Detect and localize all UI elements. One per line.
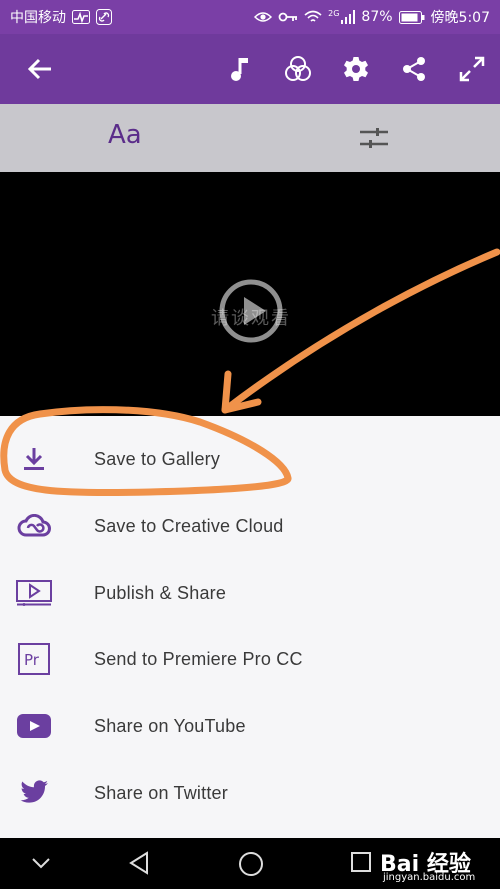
video-preview[interactable]: 请谈观看 xyxy=(0,172,500,416)
circle-home-icon xyxy=(239,852,263,876)
app-bar xyxy=(0,34,500,104)
activity-icon xyxy=(72,10,90,24)
menu-item-share-youtube[interactable]: Share on YouTube xyxy=(0,693,500,759)
music-button[interactable] xyxy=(226,55,254,83)
clock: 傍晚5:07 xyxy=(430,10,490,26)
menu-item-label: Send to Premiere Pro CC xyxy=(94,648,303,669)
nav-home-button[interactable] xyxy=(238,851,264,881)
key-icon xyxy=(278,11,298,23)
menu-item-save-to-gallery[interactable]: Save to Gallery xyxy=(0,426,500,492)
menu-item-label: Save to Gallery xyxy=(94,448,221,469)
download-icon xyxy=(15,440,53,478)
text-tool-button[interactable]: Aa xyxy=(108,120,142,150)
music-note-icon xyxy=(231,58,248,81)
creative-cloud-icon xyxy=(15,507,53,545)
network-type: 2G xyxy=(328,8,340,18)
triangle-back-icon xyxy=(129,851,148,875)
square-recents-icon xyxy=(351,852,371,872)
status-bar: 中国移动 2G 87% 傍晚5:07 xyxy=(0,0,500,34)
expand-icon xyxy=(459,56,485,82)
battery-percent: 87% xyxy=(361,9,393,25)
share-icon xyxy=(403,57,425,81)
nav-hide-button[interactable] xyxy=(30,855,52,874)
svg-text:Pr: Pr xyxy=(24,651,40,669)
sliders-icon xyxy=(360,128,388,148)
chevron-down-icon xyxy=(32,858,50,869)
publish-video-icon xyxy=(15,574,53,612)
settings-button[interactable] xyxy=(342,55,370,83)
nav-back-button[interactable] xyxy=(128,851,150,879)
gear-icon xyxy=(344,57,368,81)
eye-icon xyxy=(254,10,273,24)
video-watermark: 请谈观看 xyxy=(211,308,291,329)
color-circles-icon xyxy=(285,56,311,81)
menu-item-send-to-premiere[interactable]: Pr Send to Premiere Pro CC xyxy=(0,626,500,692)
premiere-pro-icon: Pr xyxy=(15,640,53,678)
menu-item-publish-and-share[interactable]: Publish & Share xyxy=(0,560,500,626)
fullscreen-button[interactable] xyxy=(458,55,486,83)
export-menu: Save to Gallery Save to Creative Cloud P… xyxy=(0,416,500,838)
baidu-domain: jingyan.baidu.com xyxy=(383,872,476,883)
share-button[interactable] xyxy=(400,55,428,83)
link-icon xyxy=(96,9,112,25)
carrier-label: 中国移动 xyxy=(10,10,66,26)
signal-icon xyxy=(341,10,356,24)
menu-item-label: Share on Twitter xyxy=(94,782,228,803)
tool-bar: Aa xyxy=(0,104,500,172)
wifi-icon xyxy=(304,10,322,24)
adjust-button[interactable] xyxy=(358,126,390,154)
back-button[interactable] xyxy=(26,55,54,83)
menu-item-share-twitter[interactable]: Share on Twitter xyxy=(0,760,500,826)
menu-item-label: Share on YouTube xyxy=(94,715,246,736)
menu-item-save-to-creative-cloud[interactable]: Save to Creative Cloud xyxy=(0,493,500,559)
battery-icon xyxy=(398,10,425,24)
twitter-icon xyxy=(15,774,53,812)
nav-recents-button[interactable] xyxy=(350,851,372,877)
menu-item-label: Save to Creative Cloud xyxy=(94,515,284,536)
color-filter-button[interactable] xyxy=(284,55,312,83)
back-arrow-icon xyxy=(27,58,51,80)
youtube-icon xyxy=(15,707,53,745)
menu-item-label: Publish & Share xyxy=(94,582,227,603)
